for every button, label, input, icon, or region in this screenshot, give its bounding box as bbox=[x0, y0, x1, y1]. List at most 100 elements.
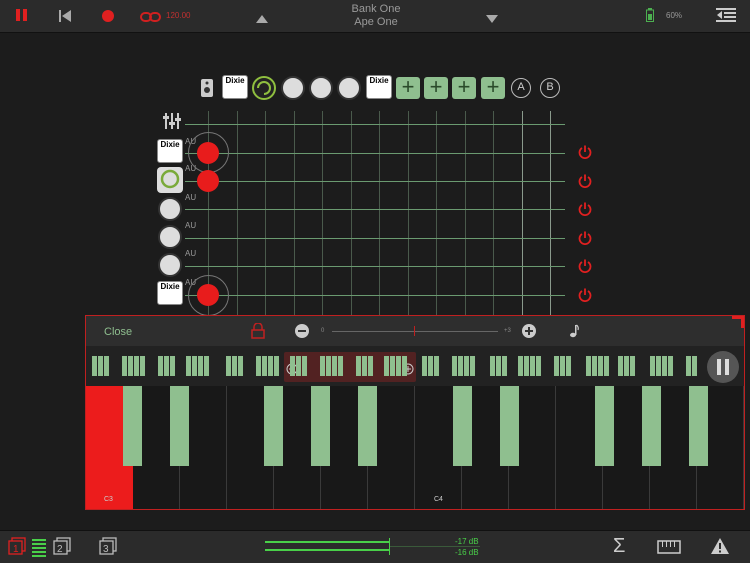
record-icon[interactable] bbox=[101, 9, 115, 28]
view-tab-1[interactable]: 1 bbox=[8, 537, 26, 560]
mini-key bbox=[256, 356, 261, 376]
keyboard-header: Close 0 +3 bbox=[86, 316, 744, 346]
mini-key bbox=[692, 356, 697, 376]
connection-dot[interactable] bbox=[197, 142, 219, 164]
minus-icon[interactable] bbox=[295, 324, 309, 343]
link-icon[interactable] bbox=[140, 10, 162, 28]
power-icon[interactable] bbox=[578, 174, 592, 193]
svg-text:1: 1 bbox=[13, 544, 19, 555]
mini-key bbox=[458, 356, 463, 376]
ruler-icon[interactable] bbox=[657, 540, 681, 559]
close-button[interactable]: Close bbox=[104, 326, 132, 338]
range-slider[interactable] bbox=[332, 331, 498, 332]
power-icon[interactable] bbox=[578, 231, 592, 250]
skip-back-icon[interactable] bbox=[58, 9, 72, 28]
mini-key bbox=[560, 356, 565, 376]
mini-key bbox=[320, 356, 325, 376]
loop-icon[interactable] bbox=[251, 75, 277, 106]
mini-key bbox=[98, 356, 103, 376]
connection-dot[interactable] bbox=[197, 170, 219, 192]
dixie-column-header[interactable]: Dixie bbox=[222, 75, 248, 99]
black-key[interactable] bbox=[642, 386, 661, 466]
mini-key bbox=[604, 356, 609, 376]
add-column-button-2[interactable]: + bbox=[424, 76, 448, 99]
plugin-row-header-2[interactable] bbox=[158, 225, 182, 249]
plugin-column-header-2[interactable] bbox=[309, 76, 333, 100]
dixie-column-header-2[interactable]: Dixie bbox=[366, 75, 392, 99]
grid-column-line bbox=[493, 111, 494, 315]
mixer-icon[interactable] bbox=[162, 111, 182, 136]
grid-column-line bbox=[522, 111, 523, 315]
black-key[interactable] bbox=[264, 386, 283, 466]
au-label: AU bbox=[185, 221, 197, 230]
black-key[interactable] bbox=[689, 386, 708, 466]
loop-row-icon[interactable] bbox=[157, 167, 183, 198]
mini-key bbox=[428, 356, 433, 376]
pause-overlay-icon[interactable] bbox=[707, 351, 739, 383]
bank-name: Bank One bbox=[351, 3, 401, 15]
plugin-row-header-1[interactable] bbox=[158, 197, 182, 221]
resize-corner[interactable] bbox=[732, 316, 744, 328]
mini-key bbox=[226, 356, 231, 376]
mini-key bbox=[204, 356, 209, 376]
mini-key bbox=[274, 356, 279, 376]
speaker-icon[interactable] bbox=[199, 78, 215, 103]
dixie-row-header[interactable]: Dixie bbox=[157, 139, 183, 163]
dixie-label: Dixie bbox=[369, 76, 389, 85]
octave-label-c3: C3 bbox=[104, 496, 113, 503]
svg-text:2: 2 bbox=[57, 544, 63, 555]
black-key[interactable] bbox=[170, 386, 189, 466]
connection-dot[interactable] bbox=[197, 284, 219, 306]
black-key[interactable] bbox=[500, 386, 519, 466]
battery-icon bbox=[646, 8, 654, 27]
black-key[interactable] bbox=[123, 386, 142, 466]
view-tab-3[interactable]: 3 bbox=[99, 537, 117, 560]
sigma-icon[interactable]: Σ bbox=[613, 535, 625, 558]
bus-b-button[interactable]: B bbox=[540, 78, 560, 98]
black-key[interactable] bbox=[453, 386, 472, 466]
add-column-button-1[interactable]: + bbox=[396, 76, 420, 99]
power-icon[interactable] bbox=[578, 145, 592, 164]
grid-row-line bbox=[185, 209, 565, 210]
warning-icon[interactable] bbox=[710, 537, 730, 560]
piano-keyboard[interactable]: C3 C4 bbox=[86, 386, 744, 509]
black-key[interactable] bbox=[358, 386, 377, 466]
svg-text:3: 3 bbox=[103, 544, 109, 555]
music-note-icon[interactable] bbox=[568, 324, 580, 343]
plugin-column-header-3[interactable] bbox=[337, 76, 361, 100]
mini-key bbox=[618, 356, 623, 376]
triangle-up-icon[interactable] bbox=[255, 11, 269, 29]
mini-key bbox=[368, 356, 373, 376]
dixie-row-header-2[interactable]: Dixie bbox=[157, 281, 183, 305]
grid-row-line bbox=[185, 295, 565, 296]
mini-key bbox=[464, 356, 469, 376]
add-column-button-4[interactable]: + bbox=[481, 76, 505, 99]
power-icon[interactable] bbox=[578, 202, 592, 221]
view-tab-2[interactable]: 2 bbox=[53, 537, 71, 560]
power-icon[interactable] bbox=[578, 288, 592, 307]
mini-key bbox=[402, 356, 407, 376]
pause-icon[interactable] bbox=[14, 7, 30, 23]
plugin-row-header-3[interactable] bbox=[158, 253, 182, 277]
level-meter-icon[interactable] bbox=[32, 539, 46, 562]
mini-key bbox=[554, 356, 559, 376]
menu-icon[interactable] bbox=[716, 7, 736, 28]
output-meter bbox=[265, 537, 480, 557]
level-readout-2: -16 dB bbox=[455, 548, 479, 557]
mini-key bbox=[396, 356, 401, 376]
range-slider-thumb[interactable] bbox=[414, 326, 415, 336]
mini-key bbox=[192, 356, 197, 376]
bus-a-button[interactable]: A bbox=[511, 78, 531, 98]
mini-keyboard[interactable] bbox=[86, 346, 744, 386]
lock-icon[interactable] bbox=[251, 322, 265, 344]
triangle-down-icon[interactable] bbox=[485, 11, 499, 29]
mini-key bbox=[452, 356, 457, 376]
add-column-button-3[interactable]: + bbox=[452, 76, 476, 99]
plugin-column-header-1[interactable] bbox=[281, 76, 305, 100]
mini-key bbox=[598, 356, 603, 376]
black-key[interactable] bbox=[311, 386, 330, 466]
black-key[interactable] bbox=[595, 386, 614, 466]
tempo-value[interactable]: 120.00 bbox=[166, 11, 190, 20]
plus-icon[interactable] bbox=[522, 324, 536, 343]
power-icon[interactable] bbox=[578, 259, 592, 278]
